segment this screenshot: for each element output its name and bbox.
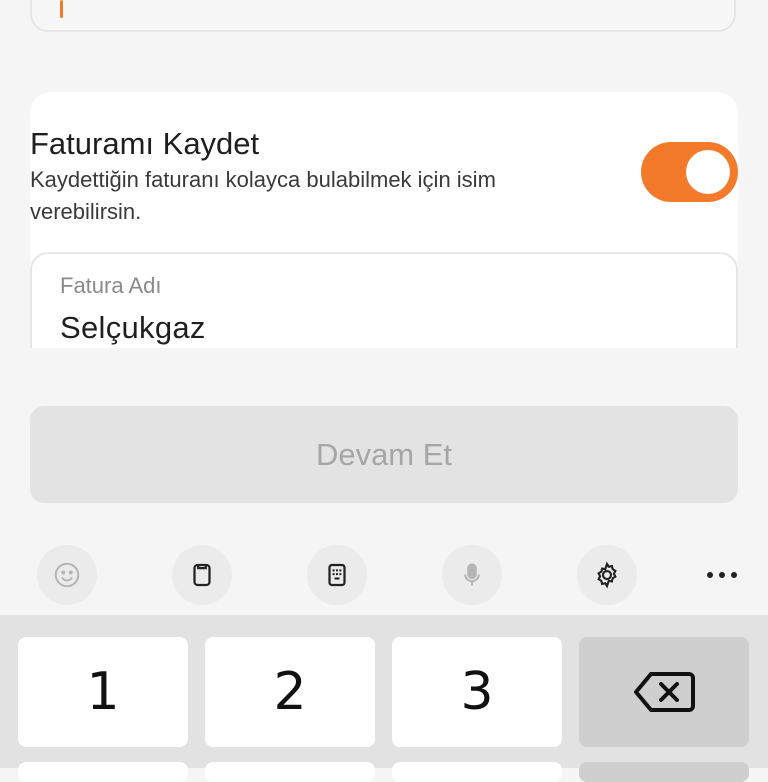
toggle-knob bbox=[686, 150, 730, 194]
backspace-icon bbox=[634, 672, 695, 712]
key-row-partial[interactable] bbox=[205, 762, 375, 782]
bill-name-label: Fatura Adı bbox=[60, 273, 162, 298]
backspace-key[interactable] bbox=[579, 637, 749, 747]
key-3[interactable]: 3 bbox=[392, 637, 562, 747]
key-2[interactable]: 2 bbox=[205, 637, 375, 747]
microphone-icon[interactable] bbox=[442, 545, 502, 605]
key-row-partial[interactable] bbox=[392, 762, 562, 782]
key-1[interactable]: 1 bbox=[18, 637, 188, 747]
save-bill-description: Kaydettiğin faturanı kolayca bulabilmek … bbox=[30, 167, 496, 224]
bill-name-value[interactable]: Selçukgaz bbox=[60, 310, 206, 346]
key-row-partial[interactable] bbox=[18, 762, 188, 782]
emoji-icon[interactable] bbox=[37, 545, 97, 605]
keypad-icon[interactable] bbox=[307, 545, 367, 605]
previous-input-field[interactable] bbox=[30, 0, 736, 32]
save-bill-title: Faturamı Kaydet bbox=[30, 126, 260, 161]
text-caret bbox=[60, 0, 63, 18]
keyboard-toolbar bbox=[0, 540, 768, 614]
more-icon[interactable] bbox=[700, 555, 744, 595]
key-row-partial[interactable] bbox=[579, 762, 749, 782]
continue-button[interactable]: Devam Et bbox=[30, 406, 738, 503]
settings-icon[interactable] bbox=[577, 545, 637, 605]
clipboard-icon[interactable] bbox=[172, 545, 232, 605]
save-bill-toggle[interactable] bbox=[641, 142, 738, 202]
